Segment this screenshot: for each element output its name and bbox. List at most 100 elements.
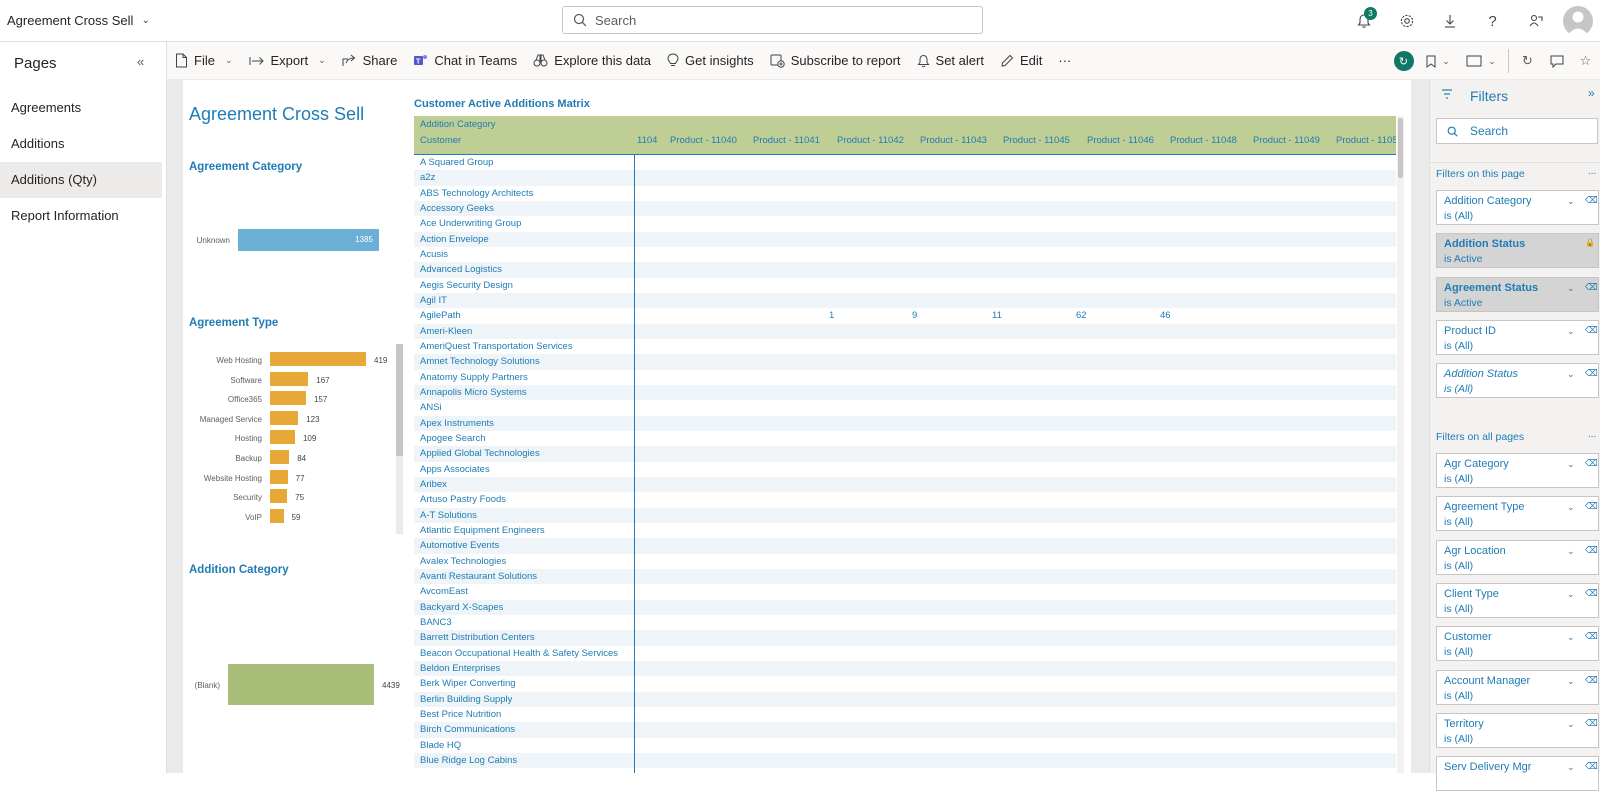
filter-card[interactable]: Agreement Status is Active ⌄ ⌫ — [1436, 276, 1599, 312]
download-button[interactable] — [1428, 0, 1471, 42]
table-row[interactable]: A-T Solutions — [414, 507, 1396, 523]
edit-button[interactable]: Edit — [992, 42, 1050, 80]
table-row[interactable]: Annapolis Micro Systems — [414, 384, 1396, 401]
table-row[interactable]: Automotive Events — [414, 538, 1396, 554]
expand-filter-chevron-icon[interactable]: ⌄ — [1567, 326, 1575, 337]
table-row[interactable]: Beacon Occupational Health & Safety Serv… — [414, 646, 1396, 661]
matrix-customer-cell[interactable]: Applied Global Technologies — [420, 448, 540, 459]
filter-card[interactable]: Territory is (All) ⌄ ⌫ — [1436, 712, 1599, 748]
clear-filter-eraser-icon[interactable]: ⌫ — [1585, 195, 1598, 206]
agreement-type-bar[interactable] — [270, 469, 288, 484]
matrix-customer-cell[interactable]: A-T Solutions — [420, 510, 477, 521]
table-row[interactable]: Beldon Enterprises — [414, 660, 1396, 677]
table-row[interactable]: Ameri-Kleen — [414, 323, 1396, 339]
clear-filter-eraser-icon[interactable]: ⌫ — [1585, 325, 1598, 336]
matrix-value-cell[interactable]: 11 — [992, 310, 1002, 321]
agreement-type-bar[interactable] — [270, 391, 306, 406]
expand-filter-chevron-icon[interactable]: ⌄ — [1567, 546, 1575, 557]
matrix-column-header[interactable]: Product - 11041 — [753, 135, 820, 146]
agreement-type-bar[interactable] — [270, 410, 299, 425]
matrix-customer-cell[interactable]: Berlin Building Supply — [420, 694, 512, 705]
agreement-type-bar[interactable] — [270, 430, 295, 445]
matrix-customer-cell[interactable]: Barrett Distribution Centers — [420, 632, 535, 643]
matrix-column-header-category[interactable]: Addition Category — [420, 119, 496, 130]
matrix-value-cell[interactable]: 9 — [912, 310, 917, 321]
matrix-customer-cell[interactable]: Birch Communications — [420, 724, 515, 735]
table-row[interactable]: Amnet Technology Solutions — [414, 354, 1396, 370]
filter-card[interactable]: Client Type is (All) ⌄ ⌫ — [1436, 582, 1599, 618]
table-row[interactable]: Best Price Nutrition — [414, 707, 1396, 722]
matrix-customer-cell[interactable]: BANC3 — [420, 617, 452, 628]
set-alert-button[interactable]: Set alert — [909, 42, 992, 80]
filter-card[interactable]: Addition Status is Active 🔒 — [1436, 233, 1599, 269]
settings-button[interactable] — [1385, 0, 1428, 42]
matrix-customer-cell[interactable]: Berk Wiper Converting — [420, 678, 516, 689]
matrix-customer-cell[interactable]: Beldon Enterprises — [420, 663, 500, 674]
collapse-pages-button[interactable]: « — [137, 54, 144, 69]
matrix-customer-cell[interactable]: Apps Associates — [420, 464, 490, 475]
table-row[interactable]: Backyard X-Scapes — [414, 599, 1396, 615]
matrix-customer-cell[interactable]: Ace Underwriting Group — [420, 218, 521, 229]
matrix-column-header[interactable]: Product - 11048 — [1170, 135, 1237, 146]
matrix-customer-cell[interactable]: Advanced Logistics — [420, 264, 502, 275]
clear-filter-eraser-icon[interactable]: ⌫ — [1585, 545, 1598, 556]
matrix-customer-cell[interactable]: Atlantic Equipment Engineers — [420, 525, 545, 536]
expand-filter-chevron-icon[interactable]: ⌄ — [1567, 719, 1575, 730]
collapse-filters-button[interactable]: » — [1588, 86, 1595, 100]
filter-card[interactable]: Addition Status is (All) ⌄ ⌫ — [1436, 363, 1599, 399]
table-row[interactable]: Accessory Geeks — [414, 200, 1396, 217]
expand-filter-chevron-icon[interactable]: ⌄ — [1567, 589, 1575, 600]
table-row[interactable]: a2z — [414, 170, 1396, 186]
matrix-customer-cell[interactable]: AmeriQuest Transportation Services — [420, 341, 573, 352]
reset-button[interactable]: ↻ — [1389, 42, 1418, 80]
matrix-value-cell[interactable]: 62 — [1076, 310, 1087, 321]
matrix-column-header[interactable]: Product - 11040 — [670, 135, 737, 146]
matrix-customer-cell[interactable]: Action Envelope — [420, 234, 489, 245]
table-row[interactable]: Advanced Logistics — [414, 262, 1396, 278]
matrix-value-cell[interactable]: 46 — [1160, 310, 1171, 321]
agreement-type-bar[interactable] — [270, 352, 366, 366]
clear-filter-eraser-icon[interactable]: ⌫ — [1585, 458, 1598, 469]
expand-filter-chevron-icon[interactable]: ⌄ — [1567, 676, 1575, 687]
matrix-column-header[interactable]: 1104 — [637, 135, 657, 146]
matrix-customer-cell[interactable]: Apex Instruments — [420, 418, 494, 429]
matrix-customer-cell[interactable]: Best Price Nutrition — [420, 709, 501, 720]
matrix-column-header[interactable]: Product - 11042 — [837, 135, 904, 146]
scrollbar-thumb[interactable] — [396, 344, 403, 456]
agreement-type-bar[interactable] — [270, 450, 290, 464]
chat-in-teams-button[interactable]: T Chat in Teams — [405, 42, 525, 80]
matrix-customer-cell[interactable]: Blade HQ — [420, 740, 461, 751]
filter-card[interactable]: Agr Location is (All) ⌄ ⌫ — [1436, 539, 1599, 575]
matrix-customer-cell[interactable]: AvcomEast — [420, 586, 468, 597]
matrix-customer-cell[interactable]: Agil IT — [420, 295, 447, 306]
filter-card[interactable]: Customer is (All) ⌄ ⌫ — [1436, 626, 1599, 662]
matrix-column-header[interactable]: Product - 11049 — [1253, 135, 1320, 146]
share-feedback-button[interactable] — [1514, 0, 1557, 42]
table-row[interactable]: A Squared Group — [414, 155, 1396, 170]
table-row[interactable]: Acusis — [414, 247, 1396, 262]
page-item-additions-qty[interactable]: Additions (Qty) — [0, 162, 162, 198]
expand-filter-chevron-icon[interactable]: ⌄ — [1567, 369, 1575, 380]
table-row[interactable]: Berlin Building Supply — [414, 691, 1396, 707]
comments-button[interactable] — [1542, 42, 1571, 80]
page-item-agreements[interactable]: Agreements — [0, 90, 162, 126]
table-row[interactable]: Ace Underwriting Group — [414, 216, 1396, 231]
matrix-customer-cell[interactable]: ANSi — [420, 402, 442, 413]
subscribe-button[interactable]: Subscribe to report — [762, 42, 909, 80]
table-row[interactable]: Anatomy Supply Partners — [414, 370, 1396, 385]
table-row[interactable]: Avanti Restaurant Solutions — [414, 568, 1396, 585]
favorite-button[interactable]: ☆ — [1571, 42, 1600, 80]
global-search-input[interactable]: Search — [562, 6, 983, 34]
matrix-column-header[interactable]: Product - 11046 — [1087, 135, 1154, 146]
agreement-type-bar[interactable] — [270, 508, 284, 523]
table-row[interactable]: ANSi — [414, 400, 1396, 415]
matrix-customer-cell[interactable]: Artuso Pastry Foods — [420, 494, 506, 505]
matrix-column-header[interactable]: Product - 11043 — [920, 135, 987, 146]
table-row[interactable]: Action Envelope — [414, 231, 1396, 247]
table-row[interactable]: Aribex — [414, 476, 1396, 493]
page-item-report-information[interactable]: Report Information — [0, 198, 162, 234]
matrix-customer-cell[interactable]: Ameri-Kleen — [420, 326, 472, 337]
notifications-button[interactable]: 3 — [1342, 0, 1385, 42]
table-row[interactable]: Blue Ridge Log Cabins — [414, 752, 1396, 769]
expand-filter-chevron-icon[interactable]: ⌄ — [1567, 196, 1575, 207]
